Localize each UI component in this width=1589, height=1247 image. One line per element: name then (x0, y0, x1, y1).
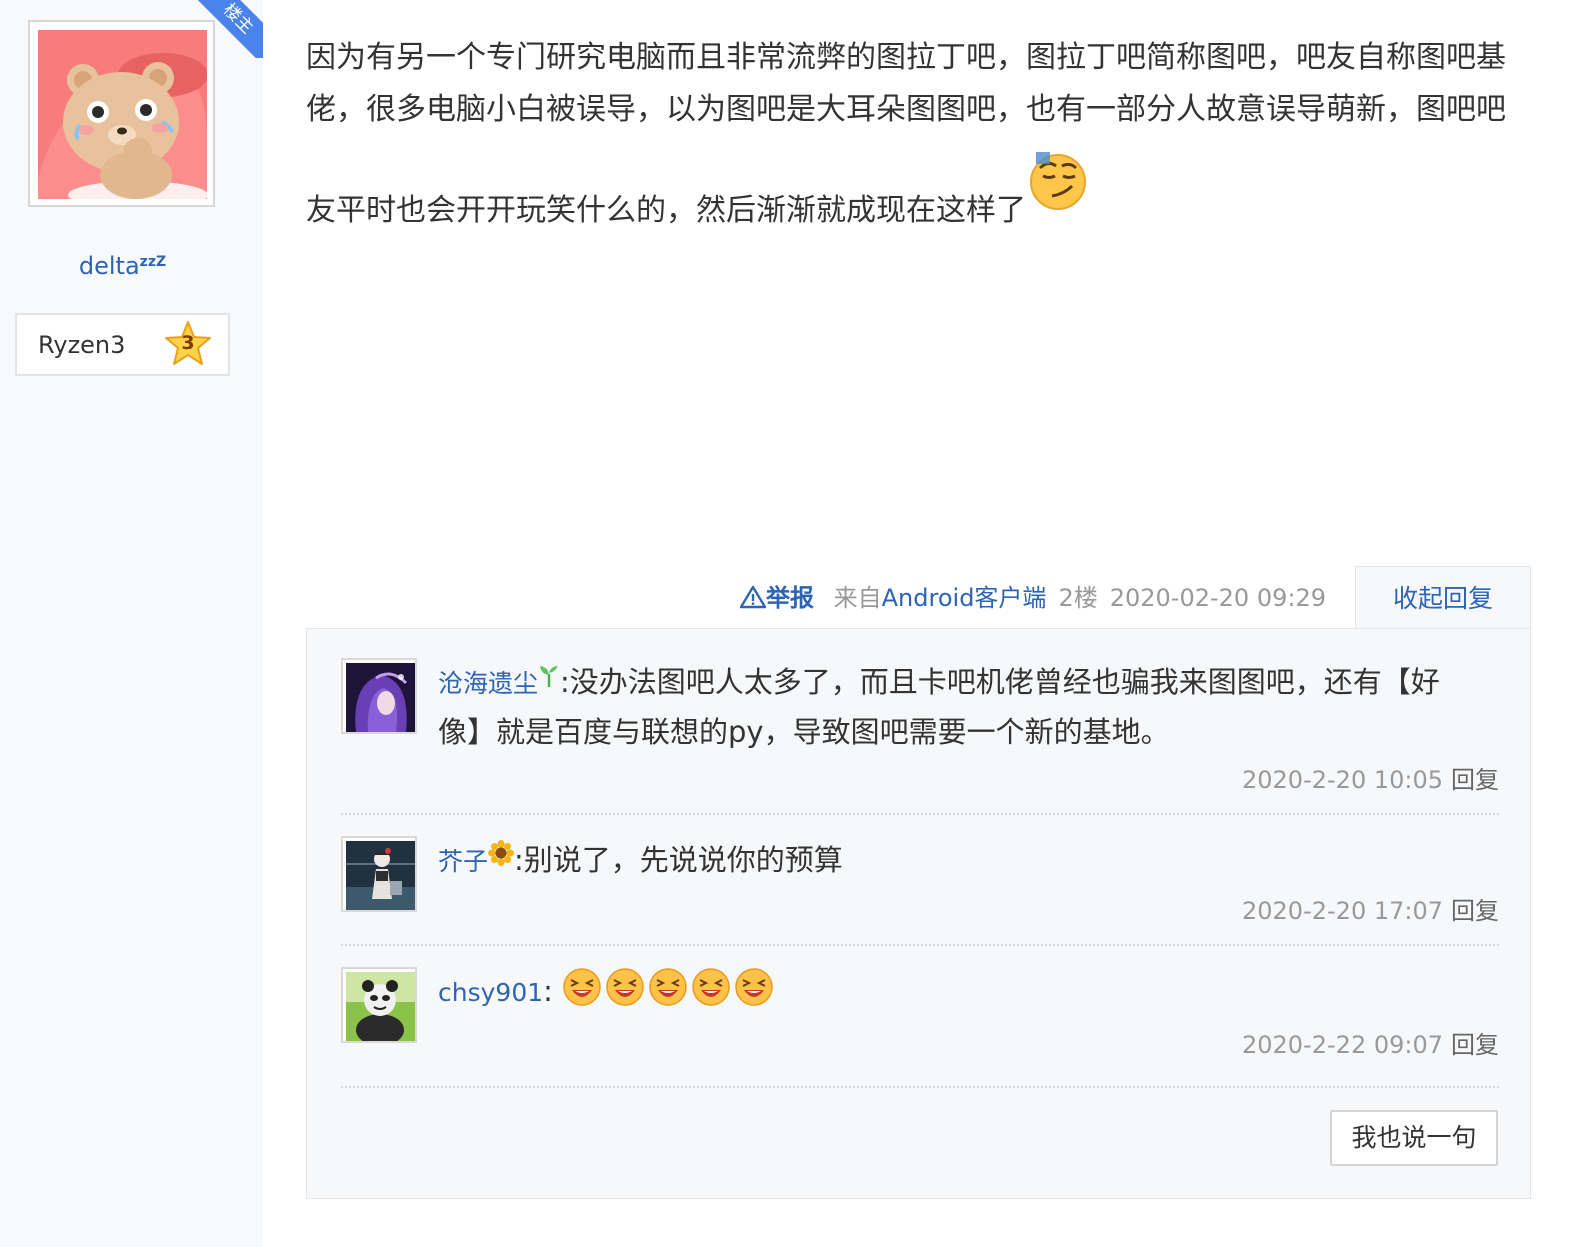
reply-separator: : (560, 665, 570, 699)
reply-avatar[interactable] (341, 967, 417, 1043)
reply-divider (341, 813, 1499, 815)
reply-meta: 2020-2-22 09:07 回复 (1242, 1025, 1499, 1060)
level-name: Ryzen3 (38, 331, 126, 359)
reply-button[interactable]: 回复 (1451, 1031, 1499, 1059)
say-something-button[interactable]: 我也说一句 (1330, 1110, 1498, 1166)
smirk-emoji-icon (1030, 152, 1086, 210)
laughing-emoji-icon (735, 968, 773, 1006)
reply-item: 沧海遗尘 :没办法图吧人太多了，而且卡吧机佬曾经也骗我来图图吧，还有【好 像】就… (341, 658, 1499, 798)
reply-time: 2020-2-22 09:07 (1242, 1031, 1443, 1059)
from-prefix: 来自 (833, 584, 882, 612)
reply-item: chsy901: 2020-2-22 09:07 回复 (341, 967, 1499, 1077)
laughing-emoji-icon (692, 968, 730, 1006)
level-number: 3 (181, 332, 195, 354)
reply-item: 芥子 :别说了，先说说你的预算 2020-2-20 17:07 回复 (341, 836, 1499, 936)
panda-avatar-image (346, 972, 415, 1041)
post-line: 佬，很多电脑小白被误导，以为图吧是大耳朵图图吧，也有一部分人故意误导萌新，图吧吧 (306, 92, 1506, 127)
reply-meta: 2020-2-20 17:07 回复 (1242, 891, 1499, 926)
reply-meta: 2020-2-20 10:05 回复 (1242, 760, 1499, 795)
sunflower-icon (488, 840, 515, 866)
reply-separator: : (543, 974, 553, 1008)
purple-hair-avatar-image (346, 663, 415, 732)
post-line-last: 友平时也会开开玩笑什么的，然后渐渐就成现在这样了 (306, 152, 1528, 228)
reply-button[interactable]: 回复 (1451, 766, 1499, 794)
reply-text-line: 像】就是百度与联想的py，导致图吧需要一个新的基地。 (438, 715, 1170, 749)
sleep-icon: zzZ (139, 254, 167, 270)
post-timestamp: 2020-02-20 09:29 (1109, 584, 1326, 612)
reply-text-line: 没办法图吧人太多了，而且卡吧机佬曾经也骗我来图图吧，还有【好 (569, 665, 1440, 699)
bear-avatar-image (38, 30, 207, 199)
op-badge: 楼主 (195, 0, 263, 58)
level-badge[interactable]: Ryzen3 3 (15, 313, 230, 376)
laughing-emoji-row (562, 968, 777, 1008)
report-button[interactable]: 举报 (739, 584, 822, 612)
reply-avatar[interactable] (341, 836, 417, 912)
reply-divider (341, 944, 1499, 946)
reply-text-line: 别说了，先说说你的预算 (523, 843, 843, 877)
reply-content: chsy901: (438, 967, 1498, 1017)
reply-username[interactable]: 沧海遗尘 (438, 669, 538, 698)
reply-avatar[interactable] (341, 658, 417, 734)
post-line: 因为有另一个专门研究电脑而且非常流弊的图拉丁吧，图拉丁吧简称图吧，吧友自称图吧基 (306, 40, 1506, 75)
laughing-emoji-icon (563, 968, 601, 1006)
reply-content: 沧海遗尘 :没办法图吧人太多了，而且卡吧机佬曾经也骗我来图图吧，还有【好 像】就… (438, 658, 1498, 756)
post-meta-bar: 举报 来自Android客户端 2楼 2020-02-20 09:29 (739, 578, 1338, 618)
reply-time: 2020-2-20 10:05 (1242, 766, 1443, 794)
laughing-emoji-icon (649, 968, 687, 1006)
reply-button[interactable]: 回复 (1451, 897, 1499, 925)
report-label[interactable]: 举报 (766, 584, 814, 612)
reply-list: 沧海遗尘 :没办法图吧人太多了，而且卡吧机佬曾经也骗我来图图吧，还有【好 像】就… (306, 628, 1531, 1199)
author-avatar[interactable] (28, 20, 215, 207)
reply-username[interactable]: 芥子 (438, 847, 488, 876)
warning-icon (739, 585, 767, 609)
author-name[interactable]: deltazzZ (0, 252, 245, 280)
author-name-text[interactable]: delta (79, 252, 140, 280)
client-link[interactable]: Android客户端 (882, 584, 1047, 612)
post-line: 友平时也会开开玩笑什么的，然后渐渐就成现在这样了 (306, 193, 1026, 228)
reply-separator: : (514, 843, 524, 877)
sprout-icon (540, 666, 559, 687)
post-body: 因为有另一个专门研究电脑而且非常流弊的图拉丁吧，图拉丁吧简称图吧，吧友自称图吧基… (306, 32, 1528, 228)
reply-username[interactable]: chsy901 (438, 978, 543, 1007)
anime-girl-avatar-image (346, 841, 415, 910)
reply-content: 芥子 :别说了，先说说你的预算 (438, 836, 1498, 886)
laughing-emoji-icon (606, 968, 644, 1006)
floor-number: 2楼 (1058, 584, 1098, 612)
collapse-replies-button[interactable]: 收起回复 (1355, 566, 1531, 630)
reply-divider (341, 1086, 1499, 1088)
reply-time: 2020-2-20 17:07 (1242, 897, 1443, 925)
author-column: 楼主 deltazzZ Ryzen3 3 (0, 0, 263, 1247)
